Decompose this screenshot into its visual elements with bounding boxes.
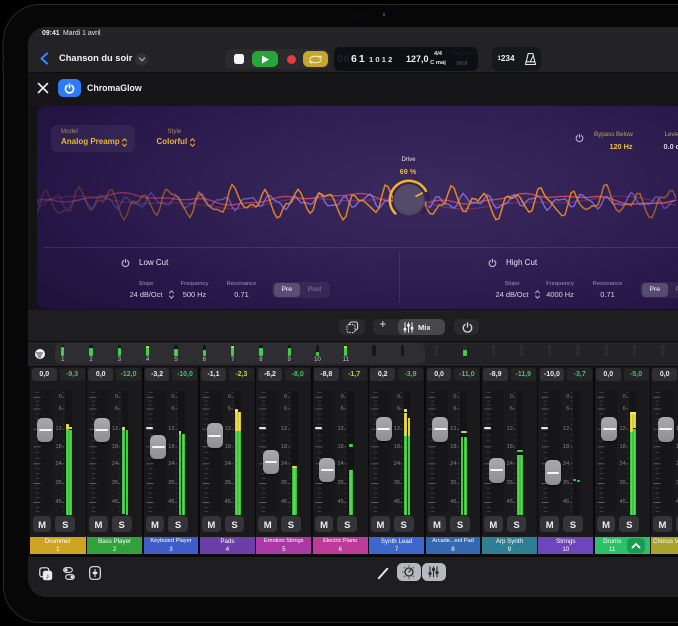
svg-text:♪: ♪ [45, 573, 49, 580]
